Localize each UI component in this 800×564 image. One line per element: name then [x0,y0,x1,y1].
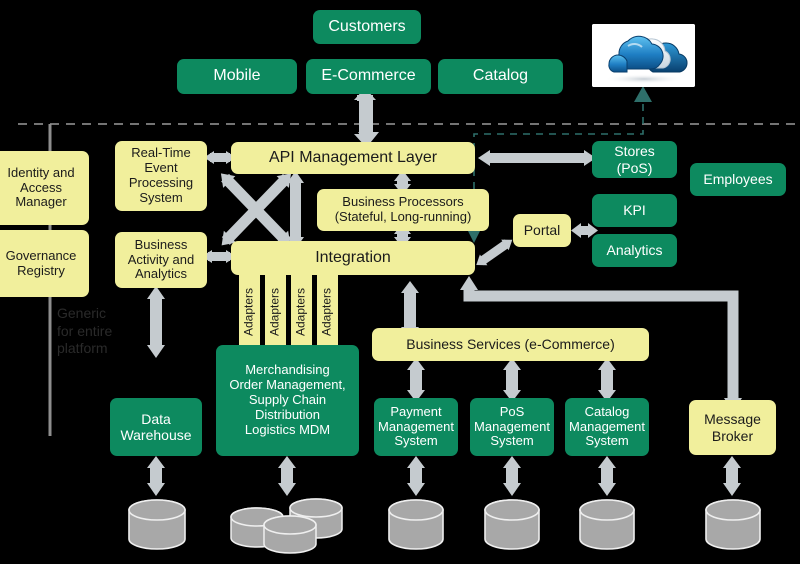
node-real-time-event-processing-system[interactable]: Real-Time Event Processing System [115,141,207,211]
node-payment-management-system[interactable]: Payment Management System [374,398,458,456]
node-adapter-2[interactable]: Adapters [265,268,286,356]
node-data-warehouse[interactable]: Data Warehouse [110,398,202,456]
arrow-integration-portal [476,239,513,266]
arrow-api-integration [287,171,304,249]
node-adapter-1[interactable]: Adapters [239,268,260,356]
arrow-pos-db [503,456,521,496]
node-identity-and-access-manager[interactable]: Identity and Access Manager [0,151,89,225]
node-business-processors[interactable]: Business Processors (Stateful, Long-runn… [317,189,489,231]
arrow-broker-db [723,456,741,496]
arrow-bs-pos [503,358,521,402]
node-catalog-management-system[interactable]: Catalog Management System [565,398,649,456]
cloud-icon [592,24,695,87]
node-pos-management-system[interactable]: PoS Management System [470,398,554,456]
arrow-bs-payment [407,358,425,402]
arrow-bs-catalog [598,358,616,402]
arrow-cross-rteps-integration [221,173,292,246]
message-broker-db-icon [703,497,763,552]
node-kpi[interactable]: KPI [592,194,677,227]
node-stores-pos[interactable]: Stores (PoS) [592,141,677,178]
note-generic-for-entire-platform: Generic for entire platform [57,305,113,356]
node-merchandising-mdm[interactable]: Merchandising Order Management, Supply C… [216,345,359,456]
catalog-db-icon [577,497,637,552]
arrow-cross-baa-api [220,173,291,246]
arrow-dw-db [147,456,165,496]
teal-arrowhead-up-cloud [634,86,652,102]
payment-db-icon [386,497,446,552]
node-business-activity-and-analytics[interactable]: Business Activity and Analytics [115,232,207,288]
node-ecommerce[interactable]: E-Commerce [306,59,431,94]
data-warehouse-db-icon [126,497,188,552]
arrow-ecommerce-api [354,88,379,146]
pos-db-icon [482,497,542,552]
node-customers[interactable]: Customers [313,10,421,44]
node-business-services-ecommerce[interactable]: Business Services (e-Commerce) [372,328,649,361]
node-analytics[interactable]: Analytics [592,234,677,267]
node-governance-registry[interactable]: Governance Registry [0,230,89,297]
arrow-payment-db [407,456,425,496]
node-catalog[interactable]: Catalog [438,59,563,94]
node-api-management-layer[interactable]: API Management Layer [231,142,475,174]
node-employees[interactable]: Employees [690,163,786,196]
node-message-broker[interactable]: Message Broker [689,400,776,455]
arrow-catalog-db [598,456,616,496]
mdm-db-cluster-icon [228,494,346,556]
arrow-api-stores [478,150,596,166]
node-adapter-3[interactable]: Adapters [291,268,312,356]
node-adapter-4[interactable]: Adapters [317,268,338,356]
node-mobile[interactable]: Mobile [177,59,297,94]
architecture-diagram-canvas: Customers Mobile E-Commerce Catalog Iden… [0,0,800,564]
arrow-mdm-db [278,456,296,496]
node-portal[interactable]: Portal [513,214,571,247]
arrow-baa-data-warehouse [147,286,165,358]
